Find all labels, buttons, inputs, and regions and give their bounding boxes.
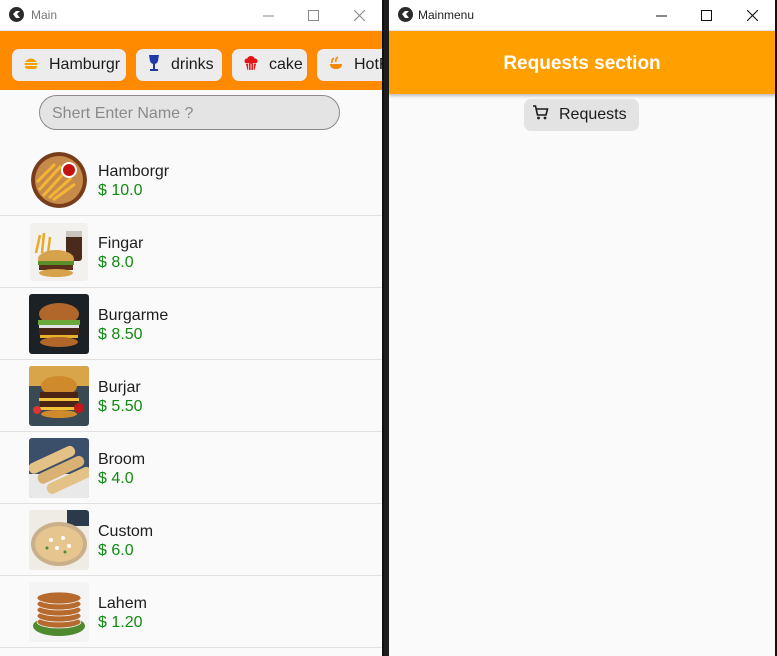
requests-header: Requests section xyxy=(389,31,775,94)
food-list-item[interactable]: Burgarme $ 8.50 xyxy=(0,288,382,360)
item-price: $ 8.50 xyxy=(98,326,143,343)
category-hamburgr-button[interactable]: Hamburgr xyxy=(12,49,126,81)
item-price: $ 6.0 xyxy=(98,542,134,559)
flatbread-image xyxy=(29,582,89,642)
glass-icon xyxy=(147,54,161,77)
maximize-button[interactable] xyxy=(683,0,729,30)
mainmenu-window: Mainmenu Requests section Requests xyxy=(389,0,777,656)
category-cake-button[interactable]: cake xyxy=(232,49,307,81)
item-name: Burgarme xyxy=(98,307,169,324)
food-list-item[interactable]: Custom $ 6.0 xyxy=(0,504,382,576)
burger-dark-image xyxy=(29,294,89,354)
category-hotf-button[interactable]: HotF xyxy=(317,49,382,81)
cupcake-icon xyxy=(243,55,259,76)
category-label: HotF xyxy=(354,56,382,73)
item-price: $ 10.0 xyxy=(98,182,143,199)
search-placeholder: Shert Enter Name ? xyxy=(52,105,194,122)
food-list-item[interactable]: Broom $ 4.0 xyxy=(0,432,382,504)
requests-title: Requests section xyxy=(503,53,661,74)
item-name: Custom xyxy=(98,523,154,540)
burger-combo-image xyxy=(30,223,88,281)
minimize-button[interactable] xyxy=(638,0,684,30)
fries-image xyxy=(31,152,87,208)
food-list-item[interactable]: Burjar $ 5.50 xyxy=(0,360,382,432)
category-drinks-button[interactable]: drinks xyxy=(136,49,222,81)
close-button[interactable] xyxy=(336,0,382,30)
wraps-image xyxy=(29,438,89,498)
window-title: Mainmenu xyxy=(418,8,475,22)
cart-icon xyxy=(532,104,549,126)
burger-icon xyxy=(23,55,39,76)
main-window: Main Hamburgr drinks cake Hot Shert Ente… xyxy=(0,0,384,656)
item-name: Lahem xyxy=(98,595,147,612)
food-list: Hamborgr $ 10.0 Fingar $ 8.0 Burgarme $ … xyxy=(0,144,382,648)
search-input[interactable]: Shert Enter Name ? xyxy=(39,95,340,130)
kivy-app-icon xyxy=(398,7,413,22)
item-price: $ 5.50 xyxy=(98,398,143,415)
requests-button-label: Requests xyxy=(559,106,627,123)
burger-stack-image xyxy=(29,366,89,426)
window-title: Main xyxy=(31,8,58,22)
item-name: Burjar xyxy=(98,379,141,396)
requests-button[interactable]: Requests xyxy=(524,99,639,131)
close-button[interactable] xyxy=(729,0,775,30)
item-name: Broom xyxy=(98,451,146,468)
item-name: Hamborgr xyxy=(98,163,170,180)
item-price: $ 8.0 xyxy=(98,254,134,271)
item-price: $ 1.20 xyxy=(98,614,143,631)
item-name: Fingar xyxy=(98,235,144,252)
category-label: cake xyxy=(269,56,303,73)
food-list-item[interactable]: Hamborgr $ 10.0 xyxy=(0,144,382,216)
hotfood-icon xyxy=(328,55,344,76)
rice-dish-image xyxy=(29,510,89,570)
category-label: drinks xyxy=(171,56,214,73)
maximize-button[interactable] xyxy=(290,0,336,30)
title-bar[interactable]: Mainmenu xyxy=(389,0,777,31)
category-bar: Hamburgr drinks cake HotF xyxy=(0,31,382,90)
food-list-item[interactable]: Lahem $ 1.20 xyxy=(0,576,382,648)
minimize-button[interactable] xyxy=(245,0,291,30)
food-list-item[interactable]: Fingar $ 8.0 xyxy=(0,216,382,288)
category-label: Hamburgr xyxy=(49,56,121,73)
title-bar[interactable]: Main xyxy=(0,0,384,31)
item-price: $ 4.0 xyxy=(98,470,134,487)
kivy-app-icon xyxy=(9,7,24,22)
